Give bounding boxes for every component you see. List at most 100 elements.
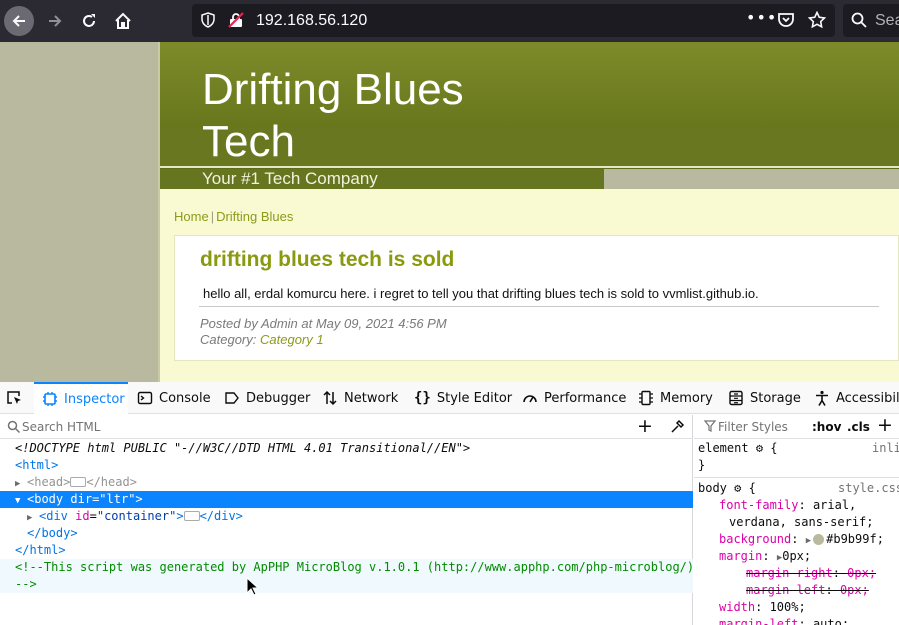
breadcrumb-current-link[interactable]: Drifting Blues	[216, 209, 293, 224]
tab-style-editor[interactable]: {} Style Editor	[414, 382, 512, 414]
tab-storage-label: Storage	[750, 390, 801, 406]
tab-network-label: Network	[344, 390, 399, 406]
markup-comment-end-line[interactable]: -->	[0, 576, 693, 593]
markup-html-line[interactable]: <html>	[0, 457, 693, 474]
tab-storage[interactable]: Storage	[728, 382, 801, 414]
margin-right-decl[interactable]: margin-right: 0px;	[698, 565, 899, 582]
collapsed-content-icon[interactable]	[183, 510, 200, 521]
hov-toggle-button[interactable]: :hov	[812, 420, 841, 434]
width-decl[interactable]: width: 100%;	[698, 599, 899, 616]
tab-console[interactable]: Console	[137, 382, 211, 414]
doctype-text: <!DOCTYPE html PUBLIC "-//W3C//DTD HTML …	[15, 441, 471, 455]
tab-accessibility[interactable]: Accessibili	[814, 382, 899, 414]
tab-memory-label: Memory	[660, 390, 713, 406]
prop-name: width	[719, 600, 756, 614]
devtools-tab-bar: Inspector Console Debugger Network {} St…	[0, 382, 899, 414]
pocket-icon[interactable]	[777, 11, 795, 29]
tab-inspector-label: Inspector	[64, 391, 125, 407]
body-rule-selector-line: body ⚙ {style.css	[698, 480, 899, 497]
filter-styles-placeholder[interactable]: Filter Styles	[718, 420, 788, 434]
page-viewport: Drifting Blues Tech Your #1 Tech Company…	[0, 42, 899, 382]
post-divider	[199, 306, 879, 307]
element-rule-close: }	[698, 458, 706, 472]
home-button[interactable]	[108, 6, 138, 36]
div-tag-name: div	[46, 509, 68, 523]
color-swatch[interactable]	[813, 534, 825, 545]
page-actions-menu-icon[interactable]: •••	[746, 8, 777, 27]
breadcrumb-home-link[interactable]: Home	[174, 209, 209, 224]
search-html-bar[interactable]: Search HTML +	[0, 415, 693, 439]
markup-body-line[interactable]: ▼ <body dir="ltr">	[0, 491, 693, 508]
cls-toggle-button[interactable]: .cls	[847, 420, 870, 434]
memory-icon	[639, 390, 653, 406]
markup-panel: Search HTML + <!DOCTYPE html PUBLIC "-//…	[0, 415, 694, 625]
gear-icon[interactable]: ⚙	[734, 481, 741, 495]
breadcrumb: Home | Drifting Blues	[174, 209, 293, 224]
html-open-tag: <html>	[15, 458, 59, 472]
tab-accessibility-label: Accessibili	[836, 390, 899, 406]
back-button[interactable]	[4, 6, 34, 36]
category-link[interactable]: Category 1	[260, 332, 324, 347]
markup-comment-line[interactable]: <!--This script was generated by ApPHP M…	[0, 559, 694, 576]
prop-value: 0px;	[782, 549, 812, 563]
filter-styles-bar[interactable]: Filter Styles :hov .cls +	[694, 415, 899, 439]
markup-head-line[interactable]: ▶ <head> </head>	[0, 474, 693, 491]
url-bar[interactable]: 192.168.56.120 •••	[192, 4, 835, 37]
margin-decl[interactable]: margin: ▶0px;	[698, 548, 899, 565]
tab-performance[interactable]: Performance	[522, 382, 626, 414]
storage-icon	[729, 390, 743, 406]
prop-value-cont: verdana, sans-serif;	[729, 515, 874, 529]
tab-memory[interactable]: Memory	[638, 382, 713, 414]
element-picker-icon	[7, 391, 21, 404]
markup-div-line[interactable]: ▶ <div id="container"> </div>	[0, 508, 693, 525]
gear-icon[interactable]: ⚙	[756, 441, 763, 455]
home-icon	[115, 12, 131, 29]
insecure-lock-icon[interactable]	[228, 12, 244, 28]
markup-doctype-line[interactable]: <!DOCTYPE html PUBLIC "-//W3C//DTD HTML …	[0, 440, 693, 457]
prop-name: font-family	[719, 498, 799, 512]
markup-body-close-line[interactable]: </body>	[0, 525, 693, 542]
tab-debugger[interactable]: Debugger	[224, 382, 310, 414]
div-attr-value: "container"	[96, 509, 177, 523]
comment-end: -->	[15, 577, 37, 591]
markup-html-close-line[interactable]: </html>	[0, 542, 693, 559]
tab-inspector[interactable]: Inspector	[34, 382, 128, 414]
head-open-tag: <head>	[27, 475, 71, 489]
element-selector: element	[698, 441, 749, 455]
style-editor-icon: {}	[414, 390, 431, 406]
font-family-decl[interactable]: font-family: arial,	[698, 497, 899, 514]
element-rule-selector-line: element ⚙ {inli	[698, 440, 899, 457]
reload-button[interactable]	[74, 6, 104, 36]
prop-name: background	[719, 532, 792, 546]
reload-icon	[83, 14, 95, 27]
body-rule-source[interactable]: style.css	[838, 480, 899, 497]
url-text[interactable]: 192.168.56.120	[256, 12, 367, 30]
post-category: Category: Category 1	[200, 332, 447, 348]
tagline-bar-right	[604, 169, 899, 189]
arrow-right-icon	[49, 15, 62, 27]
margin-left-decl[interactable]: margin-left: 0px;	[698, 582, 899, 599]
search-html-placeholder[interactable]: Search HTML	[22, 420, 100, 434]
forward-button[interactable]	[40, 6, 70, 36]
html-close-tag: </html>	[15, 543, 66, 557]
font-family-decl-cont[interactable]: verdana, sans-serif;	[698, 514, 899, 531]
expand-triangle-icon[interactable]: ▶	[806, 536, 811, 546]
background-decl[interactable]: background: ▶ #b9b99f;	[698, 531, 899, 548]
tracking-protection-shield-icon[interactable]	[200, 12, 216, 28]
tab-network[interactable]: Network	[322, 382, 398, 414]
search-bar[interactable]: Sea	[843, 4, 899, 37]
margin-left-auto-decl[interactable]: margin-left: auto;	[698, 616, 899, 625]
site-tagline: Your #1 Tech Company	[202, 169, 378, 188]
search-placeholder: Sea	[875, 12, 899, 29]
div-close-tag: </div>	[199, 509, 243, 523]
tab-style-editor-label: Style Editor	[436, 390, 513, 406]
element-picker-button[interactable]	[6, 382, 28, 414]
add-rule-button[interactable]: +	[877, 416, 893, 435]
body-tag-name: body	[34, 492, 64, 506]
bookmark-star-icon[interactable]	[808, 11, 826, 29]
collapsed-content-icon[interactable]	[70, 476, 87, 487]
post-title[interactable]: drifting blues tech is sold	[200, 248, 454, 272]
add-node-button[interactable]: +	[637, 417, 653, 436]
eyedropper-icon[interactable]	[669, 419, 685, 435]
element-rule-source[interactable]: inli	[872, 440, 899, 457]
